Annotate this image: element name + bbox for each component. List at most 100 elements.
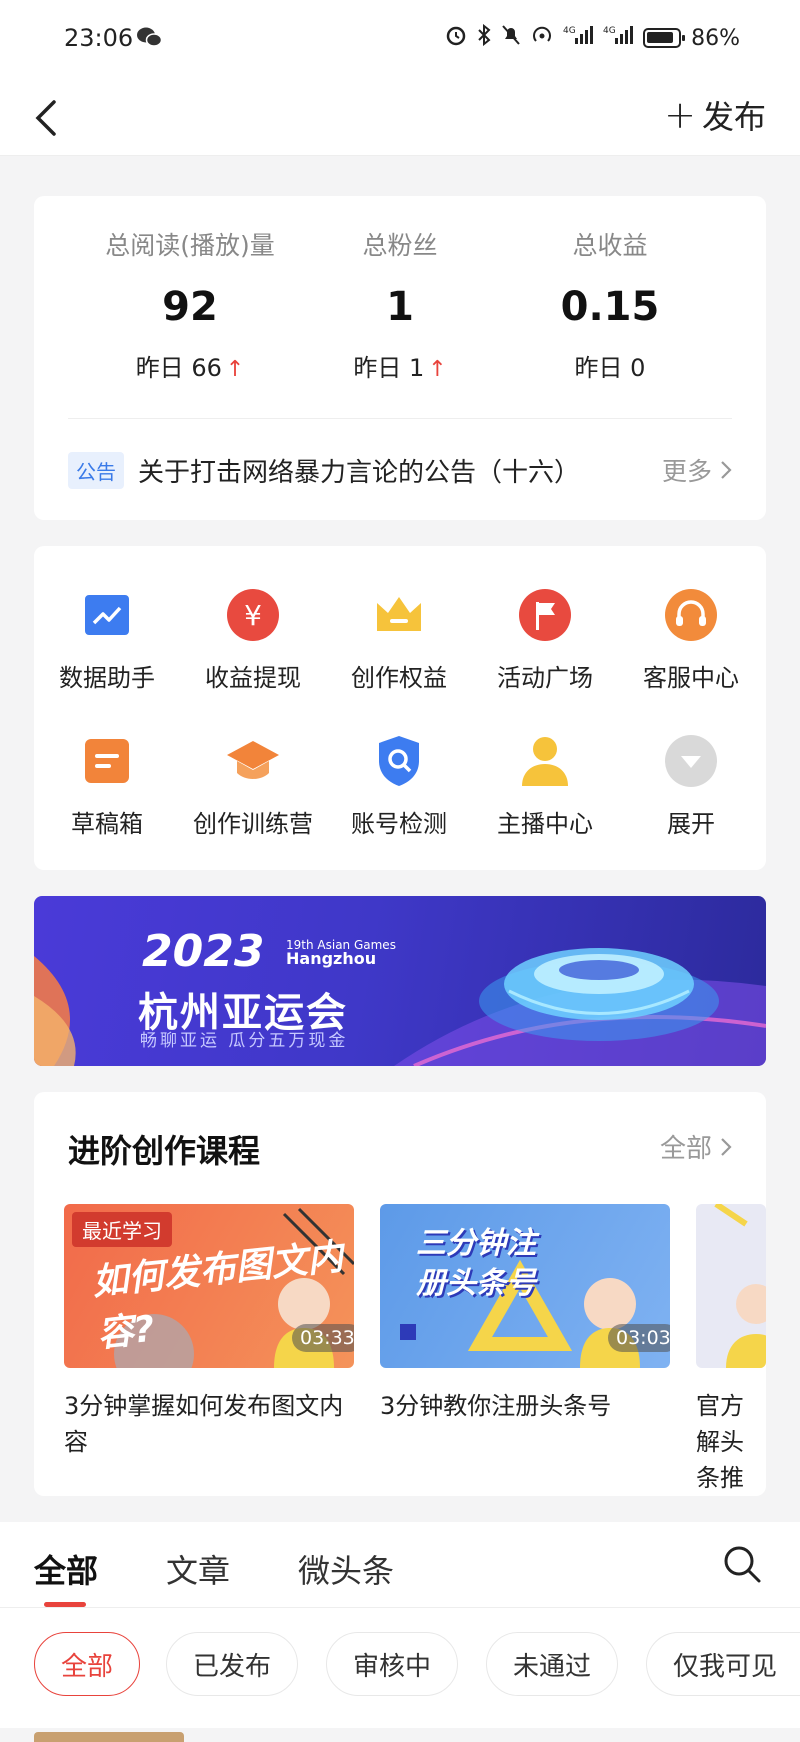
courses-card: 进阶创作课程 全部 如何发布图文内容? 最近学习 03:33 3分钟掌握如何发布… — [34, 1092, 766, 1496]
course-thumbnail — [696, 1204, 766, 1368]
tool-activity-square[interactable]: 活动广场 — [472, 586, 618, 693]
search-icon — [724, 1546, 761, 1583]
plus-icon: + — [664, 93, 696, 137]
stat-label: 总阅读(播放)量 — [105, 231, 275, 260]
tool-label: 客服中心 — [643, 664, 739, 692]
flag-icon — [516, 586, 574, 644]
shield-search-icon — [370, 732, 428, 790]
courses-title: 进阶创作课程 — [68, 1132, 261, 1170]
expand-icon — [662, 732, 720, 790]
chevron-right-icon — [721, 461, 732, 479]
nav-bar: + 发布 — [0, 80, 800, 156]
stat-yesterday-text: 昨日 0 — [574, 354, 646, 382]
stat-label: 总粉丝 — [362, 231, 438, 260]
tool-account-check[interactable]: 账号检测 — [326, 732, 472, 839]
course-title: 3分钟掌握如何发布图文内容 — [64, 1392, 344, 1456]
filter-chip-published[interactable]: 已发布 — [166, 1632, 299, 1696]
asian-games-banner[interactable]: 2023 杭州亚运会 畅聊亚运 瓜分五万现金 19th Asian Games … — [34, 896, 766, 1066]
publish-button[interactable]: + 发布 — [664, 92, 766, 138]
stat-value: 0.15 — [560, 284, 660, 330]
person-icon — [516, 732, 574, 790]
notice-text[interactable]: 关于打击网络暴力言论的公告（十六） — [138, 452, 662, 489]
games-name: Hangzhou — [286, 949, 377, 968]
tab-all[interactable]: 全部 — [34, 1546, 98, 1592]
stat-yesterday-text: 昨日 1 — [353, 354, 425, 382]
back-button[interactable] — [28, 94, 68, 142]
tab-articles[interactable]: 文章 — [166, 1546, 230, 1592]
mute-icon — [501, 24, 521, 52]
tool-training-camp[interactable]: 创作训练营 — [180, 732, 326, 839]
stat-value: 1 — [386, 284, 414, 330]
divider — [68, 418, 732, 419]
notice-more-link[interactable]: 更多 — [662, 452, 732, 488]
stat-total-fans[interactable]: 总粉丝 1 昨日 1 ↑ — [278, 226, 522, 383]
stat-total-reads[interactable]: 总阅读(播放)量 92 昨日 66 ↑ — [68, 226, 312, 383]
signal-icon-2: 4G — [603, 24, 634, 52]
yuan-icon: ¥ — [224, 586, 282, 644]
stat-label: 总收益 — [572, 231, 648, 260]
tool-creator-rights[interactable]: 创作权益 — [326, 586, 472, 693]
bluetooth-icon — [477, 23, 491, 52]
course-item[interactable]: 如何发布图文内容? 最近学习 03:33 3分钟掌握如何发布图文内容 — [64, 1204, 354, 1460]
stat-yesterday-text: 昨日 66 — [135, 354, 222, 382]
video-duration: 03:33 — [292, 1324, 354, 1352]
tool-label: 主播中心 — [497, 810, 593, 838]
draft-icon — [78, 732, 136, 790]
stats-card: 总阅读(播放)量 92 昨日 66 ↑ 总粉丝 1 昨日 1 ↑ 总收益 0.15 … — [34, 196, 766, 520]
alarm-icon — [445, 24, 467, 52]
tool-label: 账号检测 — [351, 810, 447, 838]
publish-label: 发布 — [701, 98, 766, 136]
thumb-decoration — [714, 1204, 766, 1368]
network-type-1: 4G — [563, 26, 576, 36]
graduation-cap-icon — [224, 732, 282, 790]
battery-percent: 86% — [691, 25, 740, 51]
tool-label: 活动广场 — [497, 664, 593, 692]
status-bar: 23:06 4G 4G 86% — [0, 0, 800, 80]
network-type-2: 4G — [603, 26, 616, 36]
content-tabs: 全部 文章 微头条 — [0, 1522, 800, 1608]
banner-year: 2023 — [142, 926, 265, 977]
filter-chip-all[interactable]: 全部 — [34, 1632, 141, 1696]
notice-badge: 公告 — [68, 451, 124, 489]
tool-drafts[interactable]: 草稿箱 — [34, 732, 180, 839]
chart-icon — [78, 586, 136, 644]
filter-chip-private[interactable]: 仅我可见 — [646, 1632, 800, 1696]
search-button[interactable] — [722, 1544, 762, 1588]
status-filters: 全部 已发布 审核中 未通过 仅我可见 — [0, 1608, 800, 1728]
course-thumbnail: 三分钟注册头条号 03:03 — [380, 1204, 670, 1368]
arrow-up-icon: ↑ — [225, 357, 245, 382]
course-item-partial[interactable]: 官方解头条推 — [696, 1204, 766, 1496]
courses-all-link[interactable]: 全部 — [660, 1128, 732, 1165]
post-thumbnail-partial — [34, 1732, 184, 1742]
filter-chip-reviewing[interactable]: 审核中 — [326, 1632, 459, 1696]
svg-text:¥: ¥ — [244, 599, 262, 632]
stat-total-income[interactable]: 总收益 0.15 昨日 0 — [488, 226, 732, 383]
tool-income-withdraw[interactable]: ¥ 收益提现 — [180, 586, 326, 693]
tool-label: 展开 — [667, 810, 715, 838]
filter-chip-rejected[interactable]: 未通过 — [486, 1632, 619, 1696]
hotspot-icon — [531, 24, 553, 52]
tool-data-assistant[interactable]: 数据助手 — [34, 586, 180, 693]
tool-expand[interactable]: 展开 — [618, 732, 764, 839]
notice-more-label: 更多 — [661, 457, 712, 486]
tools-grid: 数据助手 ¥ 收益提现 创作权益 活动广场 客服中心 草稿箱 创作训练营 账号检… — [34, 546, 766, 870]
stat-value: 92 — [162, 284, 218, 330]
notice-row[interactable]: 公告 关于打击网络暴力言论的公告（十六） 更多 — [68, 448, 732, 492]
tool-anchor-center[interactable]: 主播中心 — [472, 732, 618, 839]
course-title: 3分钟教你注册头条号 — [380, 1392, 612, 1420]
tab-micro-posts[interactable]: 微头条 — [298, 1546, 394, 1592]
stat-yesterday: 昨日 66 ↑ — [68, 348, 312, 383]
banner-slogan: 畅聊亚运 瓜分五万现金 — [140, 1031, 349, 1051]
thumb-title: 三分钟注册头条号 — [416, 1226, 536, 1301]
tool-label: 草稿箱 — [71, 810, 143, 838]
tool-customer-service[interactable]: 客服中心 — [618, 586, 764, 693]
battery-icon — [643, 28, 686, 48]
chevron-right-icon — [721, 1137, 732, 1156]
chevron-left-icon — [35, 100, 56, 136]
tool-label: 创作训练营 — [193, 810, 313, 838]
course-thumbnail: 如何发布图文内容? 最近学习 03:33 — [64, 1204, 354, 1368]
course-item[interactable]: 三分钟注册头条号 03:03 3分钟教你注册头条号 — [380, 1204, 670, 1424]
signal-icon-1: 4G — [563, 24, 594, 52]
tool-label: 数据助手 — [59, 664, 155, 692]
crown-icon — [370, 586, 428, 644]
